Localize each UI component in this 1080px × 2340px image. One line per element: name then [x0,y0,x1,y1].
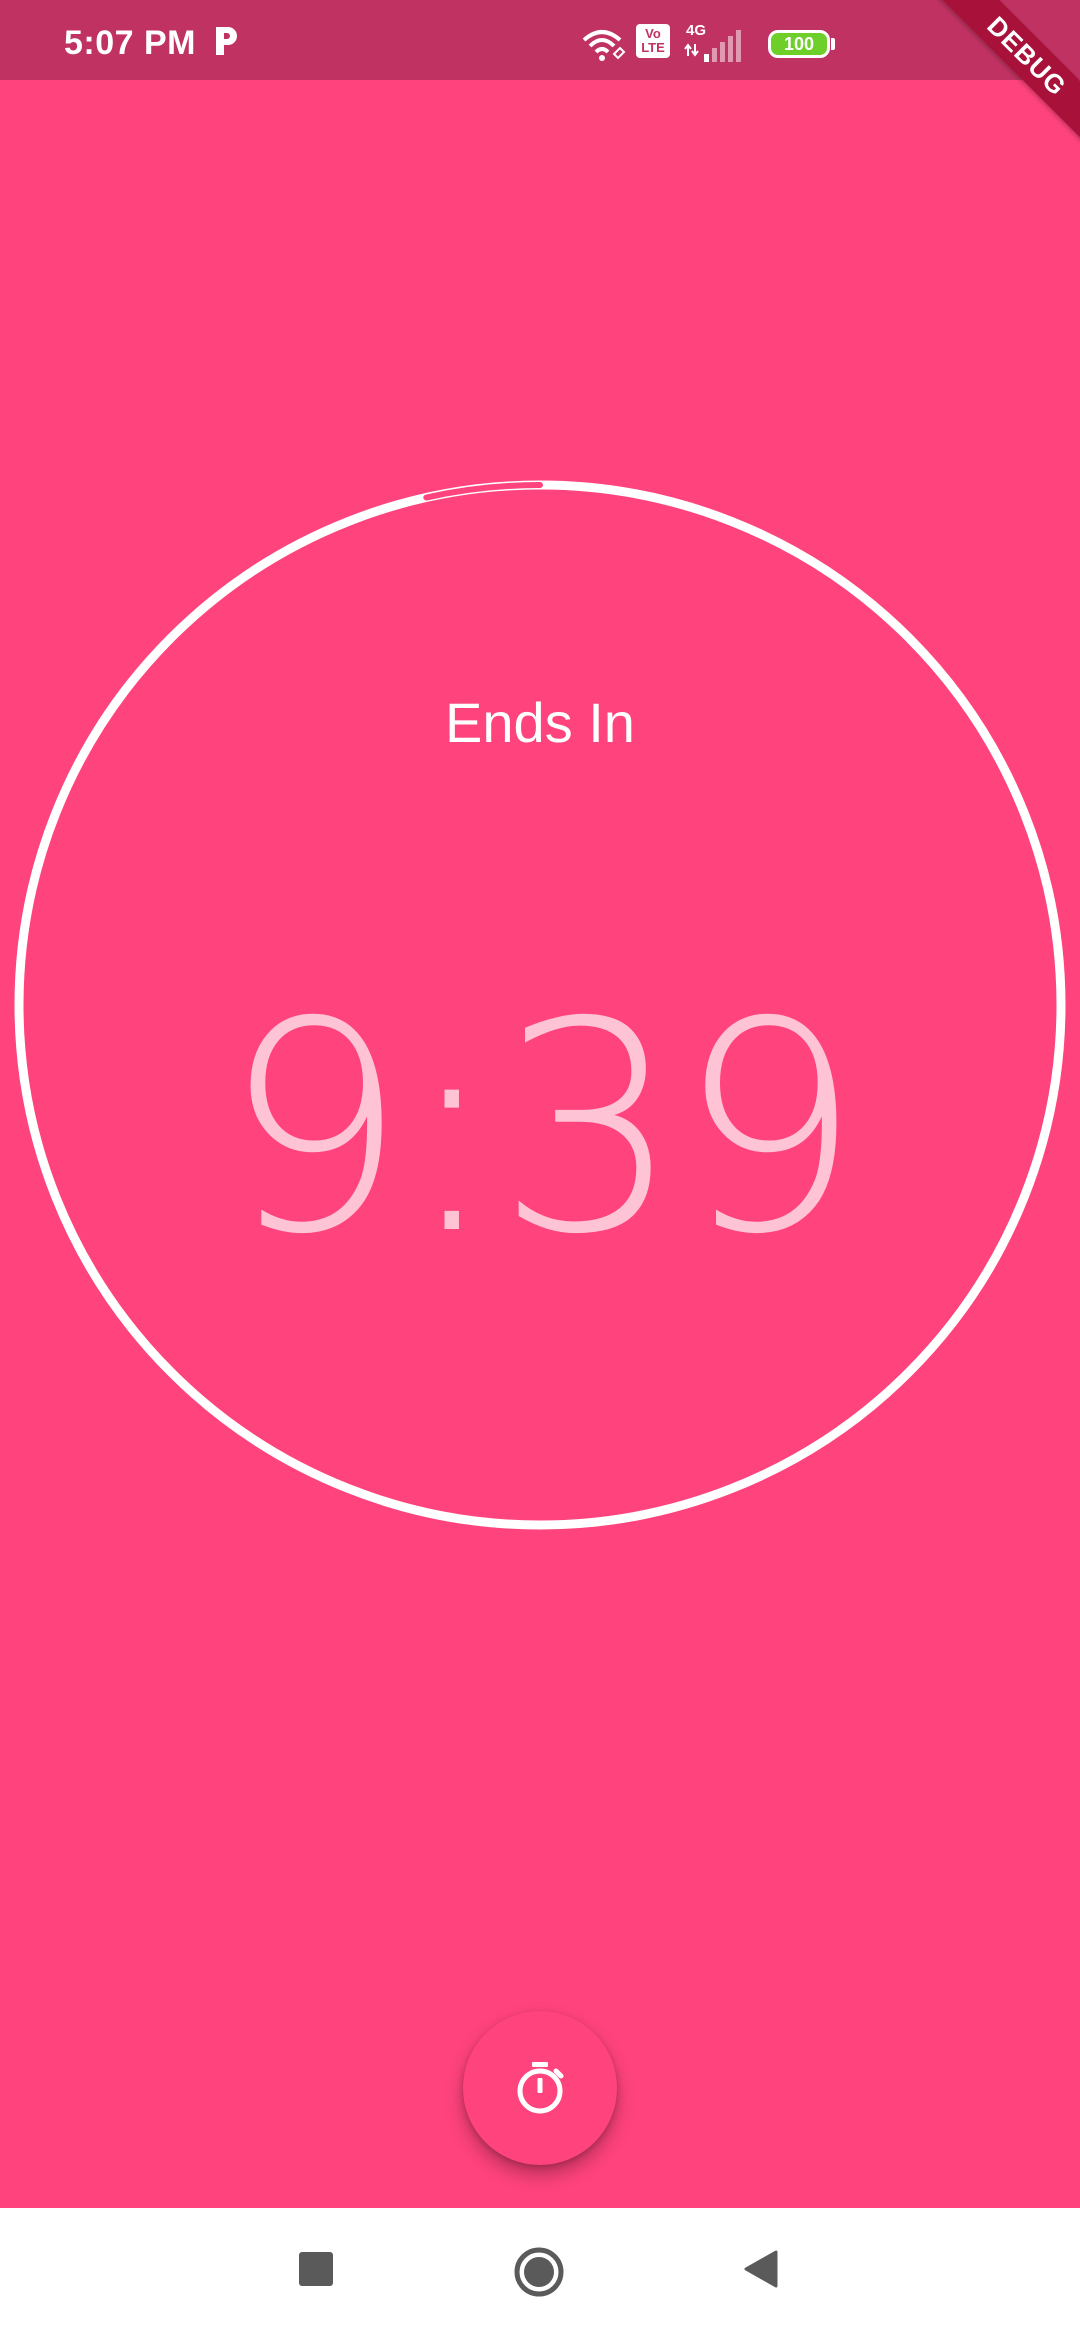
stopwatch-button[interactable] [463,2011,617,2165]
back-button[interactable] [744,2250,778,2288]
system-nav-bar [0,2208,1080,2340]
home-circle-icon [514,2247,564,2297]
home-button[interactable] [513,2246,565,2298]
recents-square-icon [299,2252,333,2286]
stopwatch-icon [517,2062,564,2114]
back-triangle-icon [744,2250,778,2288]
ends-in-label: Ends In [445,691,635,754]
timer-screen: 5:07 PM Vo LTE 4G 100 DEBUG Ends In 9:39 [0,0,1080,2340]
recents-button[interactable] [299,2252,333,2286]
countdown-display: 9:39 [222,961,861,1298]
